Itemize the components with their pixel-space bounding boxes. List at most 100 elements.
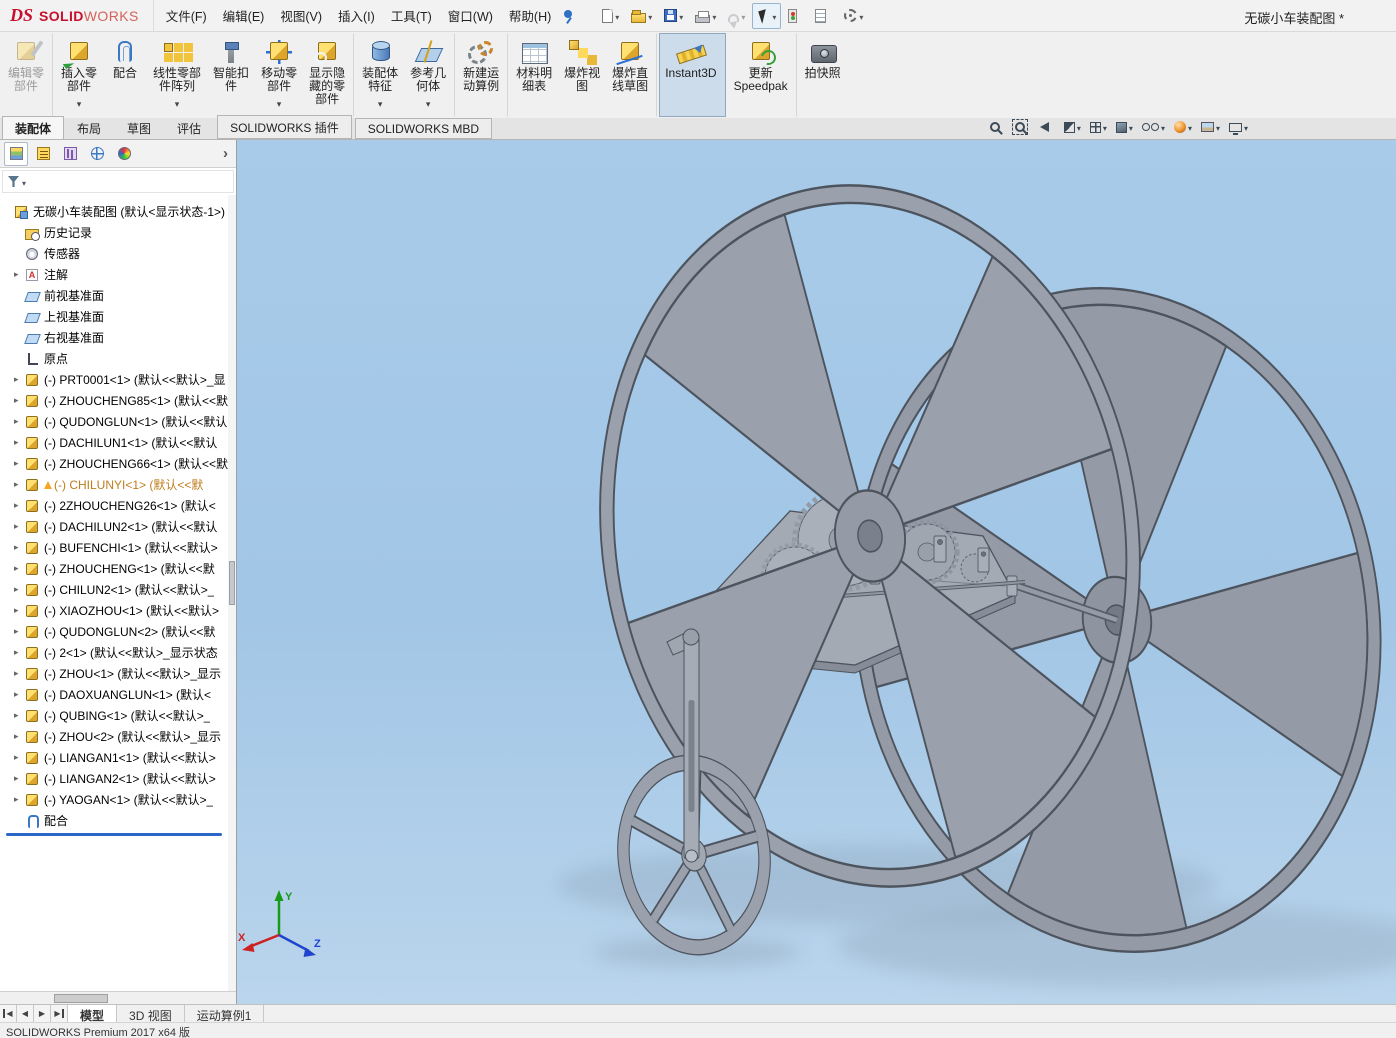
view-settings-button[interactable] [1229,118,1248,136]
dimxpertmanager-tab[interactable] [85,142,109,166]
dropdown-caret-icon[interactable] [679,7,683,25]
edit-appearance-button[interactable] [1174,118,1192,136]
expand-arrow-icon[interactable] [14,396,25,405]
tree-item[interactable]: (-) QUBING<1> (默认<<默认>_ [0,705,236,726]
menu-view[interactable]: 视图(V) [272,1,330,30]
tree-horizontal-scrollbar[interactable] [0,991,236,1004]
expand-arrow-icon[interactable] [14,459,25,468]
expand-arrow-icon[interactable] [14,648,25,657]
expand-arrow-icon[interactable] [14,270,25,279]
hide-show-items-button[interactable] [1142,118,1165,136]
tab-layout[interactable]: 布局 [64,116,114,139]
tree-item[interactable]: 上视基准面 [0,306,236,327]
tab-3d-views[interactable]: 3D 视图 [117,1005,185,1022]
tree-item[interactable]: (-) DACHILUN2<1> (默认<<默认 [0,516,236,537]
tree-item[interactable]: (-) PRT0001<1> (默认<<默认>_显 [0,369,236,390]
previous-view-button[interactable] [1040,118,1055,136]
tree-item[interactable]: (-) QUDONGLUN<2> (默认<<默 [0,621,236,642]
expand-arrow-icon[interactable] [14,480,25,489]
tree-item[interactable]: (-) ZHOUCHENG<1> (默认<<默 [0,558,236,579]
expand-arrow-icon[interactable] [14,375,25,384]
expand-arrow-icon[interactable] [14,774,25,783]
dropdown-caret-icon[interactable] [741,7,745,25]
previous-tab-button[interactable] [17,1005,34,1022]
dropdown-caret-icon[interactable] [615,7,619,25]
dropdown-caret-icon[interactable] [426,94,431,112]
scrollbar-thumb[interactable] [229,561,235,605]
tab-assembly[interactable]: 装配体 [2,116,64,139]
filter-caret-icon[interactable] [22,173,26,191]
tree-item[interactable]: (-) CHILUNYI<1> (默认<<默 [0,474,236,495]
tree-item[interactable]: (-) BUFENCHI<1> (默认<<默认> [0,537,236,558]
assembly-features-button[interactable]: 装配体 特征 [356,33,404,117]
open-button[interactable] [626,3,657,29]
expand-arrow-icon[interactable] [14,606,25,615]
tree-vertical-scrollbar[interactable] [228,195,236,991]
file-properties-button[interactable] [810,3,837,29]
expand-arrow-icon[interactable] [14,732,25,741]
take-snapshot-button[interactable]: 拍快照 [799,33,847,117]
new-document-button[interactable] [597,3,624,29]
tab-sketch[interactable]: 草图 [114,116,164,139]
dropdown-caret-icon[interactable] [1244,118,1248,136]
mate-button[interactable]: 配合 [103,33,147,117]
tree-item[interactable]: (-) LIANGAN2<1> (默认<<默认> [0,768,236,789]
expand-arrow-icon[interactable] [14,627,25,636]
insert-components-button[interactable]: 插入零 部件 [55,33,103,117]
expand-arrow-icon[interactable] [14,585,25,594]
expand-arrow-icon[interactable] [14,417,25,426]
apply-scene-button[interactable] [1201,118,1220,136]
view-orientation-button[interactable] [1090,118,1107,136]
propertymanager-tab[interactable] [31,142,55,166]
expand-arrow-icon[interactable] [14,564,25,573]
expand-arrow-icon[interactable] [14,711,25,720]
expand-arrow-icon[interactable] [14,795,25,804]
menu-tools[interactable]: 工具(T) [383,1,440,30]
print-button[interactable] [690,3,721,29]
tree-item[interactable]: (-) CHILUN2<1> (默认<<默认>_ [0,579,236,600]
menu-file[interactable]: 文件(F) [158,1,215,30]
tab-solidworks-mbd[interactable]: SOLIDWORKS MBD [355,118,492,139]
configurationmanager-tab[interactable] [58,142,82,166]
bill-of-materials-button[interactable]: 材料明 细表 [510,33,558,117]
tree-item[interactable]: 无碳小车装配图 (默认<显示状态-1>) [0,201,236,222]
tree-item[interactable]: 配合 [0,810,236,831]
select-button[interactable] [752,3,781,29]
panel-flyout-arrow-icon[interactable]: › [219,145,232,162]
tree-item[interactable]: (-) XIAOZHOU<1> (默认<<默认> [0,600,236,621]
expand-arrow-icon[interactable] [14,669,25,678]
tree-item[interactable]: (-) DAOXUANGLUN<1> (默认< [0,684,236,705]
menu-insert[interactable]: 插入(I) [330,1,383,30]
tree-item[interactable]: (-) ZHOU<1> (默认<<默认>_显示 [0,663,236,684]
dropdown-caret-icon[interactable] [859,7,863,25]
save-button[interactable] [659,3,688,29]
scrollbar-thumb[interactable] [54,994,108,1003]
dropdown-caret-icon[interactable] [1188,118,1192,136]
dropdown-caret-icon[interactable] [378,94,383,112]
tree-item[interactable]: (-) ZHOUCHENG66<1> (默认<<默 [0,453,236,474]
menu-edit[interactable]: 编辑(E) [215,1,273,30]
tree-item[interactable]: 原点 [0,348,236,369]
display-style-button[interactable] [1116,118,1133,136]
expand-arrow-icon[interactable] [14,501,25,510]
pin-icon[interactable] [561,8,575,24]
tab-model[interactable]: 模型 [68,1005,117,1022]
menu-help[interactable]: 帮助(H) [501,1,559,30]
expand-arrow-icon[interactable] [14,753,25,762]
expand-arrow-icon[interactable] [14,438,25,447]
reference-geometry-button[interactable]: 参考几 何体 [404,33,455,117]
rebuild-button[interactable] [783,3,808,29]
expand-arrow-icon[interactable] [14,522,25,531]
dropdown-caret-icon[interactable] [77,94,82,112]
tree-item[interactable]: (-) ZHOUCHENG85<1> (默认<<默 [0,390,236,411]
menu-window[interactable]: 窗口(W) [440,1,501,30]
next-tab-button[interactable] [34,1005,51,1022]
linear-component-pattern-button[interactable]: 线性零部 件阵列 [147,33,207,117]
dropdown-caret-icon[interactable] [1216,118,1220,136]
tree-filter-bar[interactable] [2,170,234,193]
instant3d-button[interactable]: Instant3D [659,33,725,117]
zoom-to-area-button[interactable] [1015,118,1031,136]
expand-arrow-icon[interactable] [14,543,25,552]
tree-item[interactable]: (-) QUDONGLUN<1> (默认<<默认 [0,411,236,432]
dropdown-caret-icon[interactable] [648,7,652,25]
